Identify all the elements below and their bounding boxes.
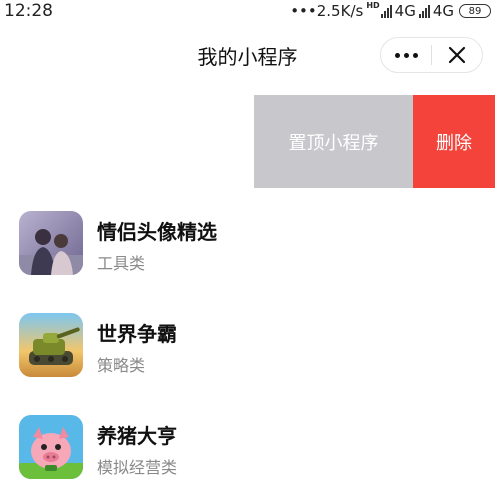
pig-game-icon xyxy=(19,415,83,479)
close-button[interactable] xyxy=(432,38,482,72)
hd-badge: HD xyxy=(366,0,380,10)
network-speed: •••2.5K/s xyxy=(290,2,364,20)
app-name: 养猪大亨 xyxy=(97,424,177,448)
tank-game-icon xyxy=(19,313,83,377)
app-name: 情侣头像精选 xyxy=(97,220,217,244)
status-time: 12:28 xyxy=(4,1,53,21)
status-bar: 12:28 •••2.5K/s HD 4G 4G 89 xyxy=(0,0,495,22)
battery-level: 89 xyxy=(468,5,482,17)
couple-avatar-icon xyxy=(19,211,83,275)
network-type-1: 4G xyxy=(394,2,416,20)
list-item[interactable]: 情侣头像精选 工具类 xyxy=(0,211,495,291)
network-type-2: 4G xyxy=(432,2,454,20)
list-item[interactable]: 世界争霸 策略类 xyxy=(0,313,495,393)
app-category: 策略类 xyxy=(97,356,146,375)
more-button[interactable] xyxy=(381,38,431,72)
nav-bar: 我的小程序 xyxy=(0,30,495,80)
signal-strength-icon xyxy=(380,4,392,18)
screen: 12:28 •••2.5K/s HD 4G 4G 89 我的小程序 置顶小程序 … xyxy=(0,0,495,490)
delete-button[interactable]: 删除 xyxy=(413,95,495,188)
swiped-list-item: 置顶小程序 删除 xyxy=(0,95,495,188)
battery-icon: 89 xyxy=(459,4,491,18)
app-name: 世界争霸 xyxy=(97,322,177,346)
menu-capsule xyxy=(380,37,483,73)
signal-strength-icon-2 xyxy=(418,4,430,18)
pin-miniprogram-button[interactable]: 置顶小程序 xyxy=(254,95,413,188)
close-icon xyxy=(448,46,466,64)
app-category: 工具类 xyxy=(97,254,146,273)
app-category: 模拟经营类 xyxy=(97,458,178,477)
more-dots-icon xyxy=(394,52,418,58)
status-indicators: •••2.5K/s HD 4G 4G 89 xyxy=(290,0,491,20)
list-item[interactable]: 养猪大亨 模拟经营类 xyxy=(0,415,495,490)
